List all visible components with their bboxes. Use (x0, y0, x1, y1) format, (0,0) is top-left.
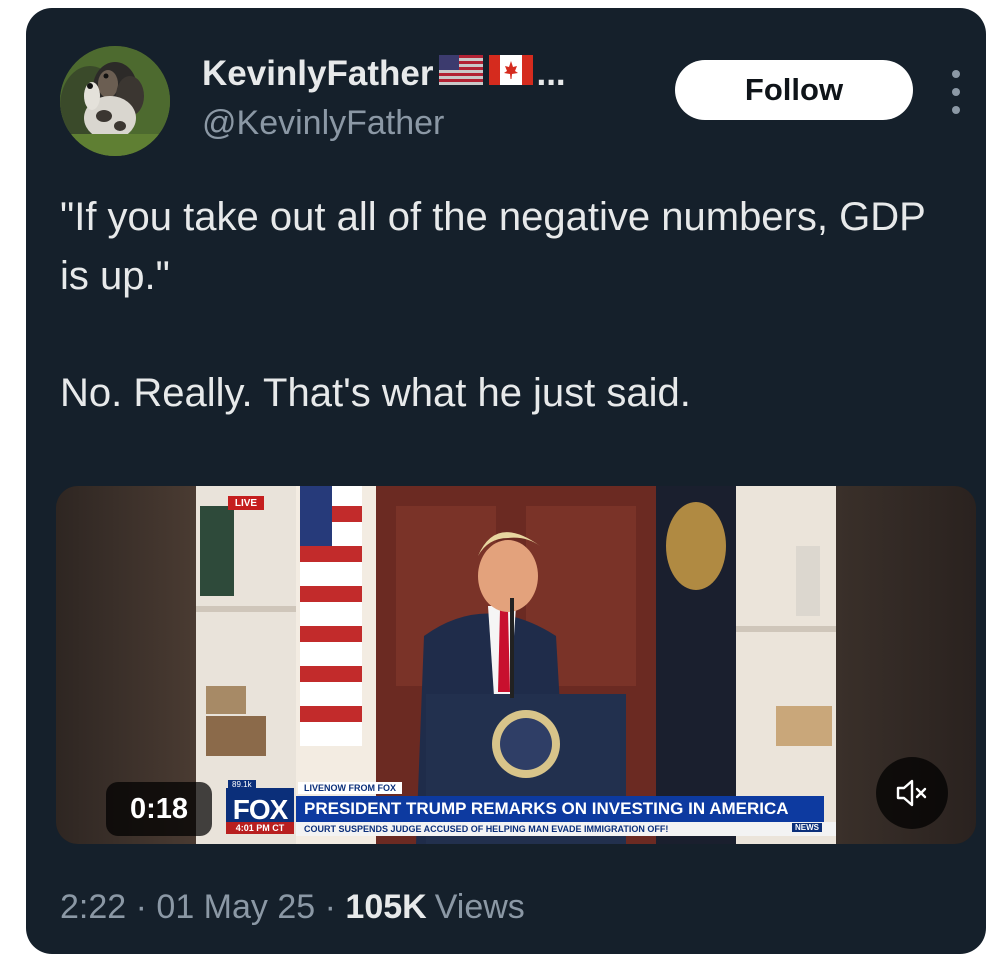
author-name-row[interactable]: KevinlyFather ... (202, 54, 566, 94)
meta-separator: · (324, 888, 336, 926)
tweet-time[interactable]: 2:22 (60, 888, 126, 926)
more-options-icon[interactable] (946, 70, 966, 114)
news-headline: PRESIDENT TRUMP REMARKS ON INVESTING IN … (296, 796, 824, 822)
author-display-name[interactable]: KevinlyFather (202, 54, 433, 94)
tweet-text-line: "If you take out all of the negative num… (60, 195, 926, 298)
tweet-card: KevinlyFather ... @KevinlyFather Follow (26, 8, 986, 954)
news-ticker: COURT SUSPENDS JUDGE ACCUSED OF HELPING … (296, 822, 836, 836)
views-label: Views (434, 888, 525, 926)
follow-button[interactable]: Follow (675, 60, 913, 120)
dog-photo (60, 46, 170, 156)
fox-time-badge: 4:01 PM CT (226, 822, 294, 834)
tweet-meta: 2:22 · 01 May 25 · 105K Views (60, 888, 525, 927)
us-flag-icon (439, 54, 484, 94)
video-player[interactable]: LIVE 89.1k LIVENOW FROM FOX FOX PRESIDEN… (56, 486, 976, 844)
tweet-text: "If you take out all of the negative num… (60, 188, 940, 423)
mute-icon[interactable] (876, 757, 948, 829)
avatar[interactable] (60, 46, 170, 156)
tweet-text-line: No. Really. That's what he just said. (60, 371, 691, 415)
meta-separator: · (135, 888, 147, 926)
news-lower-third: 89.1k LIVENOW FROM FOX FOX PRESIDENT TRU… (226, 780, 836, 836)
tweet-date[interactable]: 01 May 25 (156, 888, 315, 926)
canada-flag-icon (489, 54, 534, 94)
view-count[interactable]: 105K (345, 888, 426, 926)
video-duration: 0:18 (106, 782, 212, 836)
ticker-news-tag: NEWS (792, 823, 822, 832)
name-overflow: ... (536, 54, 566, 93)
livenow-label: LIVENOW FROM FOX (298, 782, 402, 794)
ticker-text: COURT SUSPENDS JUDGE ACCUSED OF HELPING … (304, 824, 669, 834)
author-handle[interactable]: @KevinlyFather (202, 104, 444, 143)
live-badge: LIVE (228, 496, 264, 510)
